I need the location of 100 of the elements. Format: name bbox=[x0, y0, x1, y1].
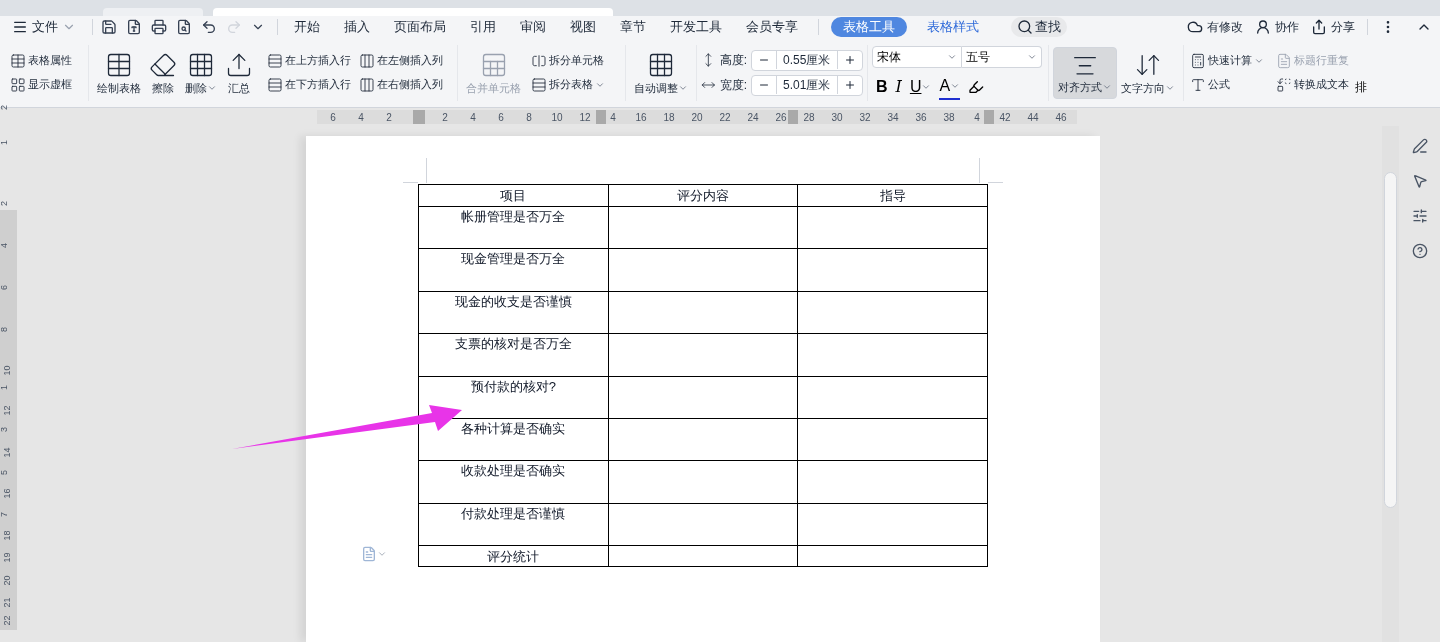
ruler-marker[interactable] bbox=[788, 110, 798, 124]
ruler-number: 34 bbox=[887, 110, 899, 125]
ruler-number: 6 bbox=[330, 110, 336, 125]
ribbon-button[interactable]: 对齐方式 bbox=[1053, 46, 1117, 99]
ribbon-label: 排 bbox=[1355, 78, 1367, 96]
ribbon-button[interactable]: 在右侧插入列 bbox=[357, 72, 445, 97]
ruler-number: 14 bbox=[2, 447, 12, 458]
ruler-marker[interactable] bbox=[984, 110, 994, 124]
ribbon-button[interactable]: 拆分单元格 bbox=[529, 48, 621, 73]
ribbon-button[interactable]: 转换成文本 bbox=[1274, 72, 1351, 97]
ribbon-tab[interactable]: 会员专享 bbox=[734, 17, 810, 37]
ruler-number: 12 bbox=[579, 110, 591, 125]
search-icon bbox=[1017, 19, 1033, 35]
menu-icon bbox=[12, 19, 28, 35]
ruler-number: 1 bbox=[0, 385, 9, 390]
ruler-number: 26 bbox=[775, 110, 787, 125]
plus-icon[interactable] bbox=[844, 54, 856, 66]
number-spinner[interactable]: 0.55厘米 bbox=[751, 49, 863, 71]
toolbar-button[interactable]: 协作 bbox=[1255, 18, 1299, 36]
ribbon-tab[interactable]: 章节 bbox=[608, 17, 658, 37]
ribbon-button[interactable]: 快速计算 bbox=[1188, 48, 1266, 73]
table-cell: 现金的收支是否谨慎 bbox=[418, 291, 609, 334]
ribbon-tab[interactable]: 页面布局 bbox=[382, 17, 458, 37]
ribbon-button[interactable]: 在左侧插入列 bbox=[357, 48, 445, 73]
ruler-number: 42 bbox=[999, 110, 1011, 125]
ruler-number: 36 bbox=[915, 110, 927, 125]
ruler-number: 6 bbox=[498, 110, 504, 125]
ruler-number: 2 bbox=[442, 110, 448, 125]
ribbon-button[interactable]: 绘制表格 bbox=[93, 46, 145, 99]
ribbon-button[interactable]: 在下方插入行 bbox=[265, 72, 353, 97]
ribbon-button[interactable]: 表格属性 bbox=[8, 48, 84, 73]
ribbon-tab[interactable]: 表格工具 bbox=[831, 17, 907, 37]
bold-button[interactable]: B bbox=[876, 74, 888, 99]
ribbon-button[interactable]: 在上方插入行 bbox=[265, 48, 353, 73]
ruler-number: 10 bbox=[2, 365, 12, 376]
ribbon-tab[interactable]: 开发工具 bbox=[658, 17, 734, 37]
ribbon-tab[interactable]: 视图 bbox=[558, 17, 608, 37]
font-size-select[interactable]: 五号 bbox=[962, 45, 1042, 68]
ruler-number: 24 bbox=[747, 110, 759, 125]
toolbar-button[interactable]: 有修改 bbox=[1187, 18, 1243, 36]
table-cell: 收款处理是否确实 bbox=[418, 460, 609, 504]
ribbon-tab[interactable]: 插入 bbox=[332, 17, 382, 37]
ruler-number: 16 bbox=[635, 110, 647, 125]
toolbar-button[interactable]: 分享 bbox=[1311, 18, 1355, 36]
ribbon-tab[interactable]: 开始 bbox=[282, 17, 332, 37]
table-cell: 评分统计 bbox=[418, 545, 609, 567]
ruler-number: 2 bbox=[0, 105, 9, 110]
ruler-number: 20 bbox=[691, 110, 703, 125]
undo-icon[interactable] bbox=[201, 19, 217, 35]
table-header-cell: 指导 bbox=[797, 184, 988, 207]
ruler-number: 1 bbox=[0, 140, 9, 145]
print-icon[interactable] bbox=[151, 19, 167, 35]
ribbon-button[interactable]: 擦除 bbox=[145, 46, 181, 99]
plus-icon[interactable] bbox=[844, 79, 856, 91]
ribbon-button[interactable]: 显示虚框 bbox=[8, 72, 84, 97]
ribbon-button[interactable]: 文字方向 bbox=[1117, 46, 1179, 99]
help-icon[interactable] bbox=[1411, 243, 1428, 259]
ruler-number: 18 bbox=[2, 530, 12, 541]
ruler-number: 21 bbox=[2, 597, 12, 608]
ribbon-button[interactable]: 公式 bbox=[1188, 72, 1266, 97]
ruler-number: 28 bbox=[803, 110, 815, 125]
ruler-number: 2 bbox=[386, 110, 392, 125]
ribbon-button[interactable]: 拆分表格 bbox=[529, 72, 621, 97]
ribbon-button[interactable]: 汇总 bbox=[221, 46, 257, 99]
table-cell: 帐册管理是否万全 bbox=[418, 206, 609, 249]
ribbon-tab[interactable]: 审阅 bbox=[508, 17, 558, 37]
number-spinner[interactable]: 5.01厘米 bbox=[751, 74, 863, 96]
ruler-number: 19 bbox=[2, 552, 12, 563]
underline-button[interactable]: U bbox=[909, 74, 932, 99]
save-icon[interactable] bbox=[101, 19, 117, 35]
settings-icon[interactable] bbox=[1411, 208, 1428, 224]
pen-icon[interactable] bbox=[1411, 138, 1428, 154]
highlighter-icon[interactable] bbox=[968, 78, 985, 95]
cursor-icon[interactable] bbox=[1411, 173, 1428, 189]
ruler-number: 4 bbox=[610, 110, 616, 125]
preview-icon[interactable] bbox=[176, 19, 192, 35]
ruler-number: 22 bbox=[2, 615, 12, 626]
format-painter-icon[interactable] bbox=[126, 19, 142, 35]
ribbon-button[interactable]: 自动调整 bbox=[630, 46, 692, 99]
file-menu[interactable]: 文件 bbox=[12, 17, 84, 37]
search-button[interactable]: 查找 bbox=[1011, 17, 1067, 37]
italic-button[interactable]: I bbox=[895, 74, 902, 99]
table-header-cell: 评分内容 bbox=[608, 184, 798, 207]
ribbon-tab[interactable]: 表格样式 bbox=[915, 17, 991, 37]
font-color-button[interactable]: A bbox=[939, 73, 961, 100]
ruler-number: 38 bbox=[943, 110, 955, 125]
table-cell: 付款处理是否谨慎 bbox=[418, 503, 609, 546]
ruler-marker[interactable] bbox=[596, 110, 606, 124]
ruler-number: 4 bbox=[358, 110, 364, 125]
ribbon-button[interactable]: 删除 bbox=[181, 46, 221, 99]
ruler-marker[interactable] bbox=[413, 110, 425, 124]
ruler-number: 20 bbox=[2, 575, 12, 586]
ruler-number: 8 bbox=[0, 327, 9, 332]
scrollbar-thumb[interactable] bbox=[1384, 172, 1397, 508]
ruler-number: 4 bbox=[0, 243, 9, 248]
ruler-number: 12 bbox=[2, 405, 12, 416]
ruler-number: 5 bbox=[0, 470, 9, 475]
font-family-select[interactable]: 宋体 bbox=[872, 45, 962, 68]
ribbon-tab[interactable]: 引用 bbox=[458, 17, 508, 37]
table-header-cell: 项目 bbox=[418, 184, 609, 207]
